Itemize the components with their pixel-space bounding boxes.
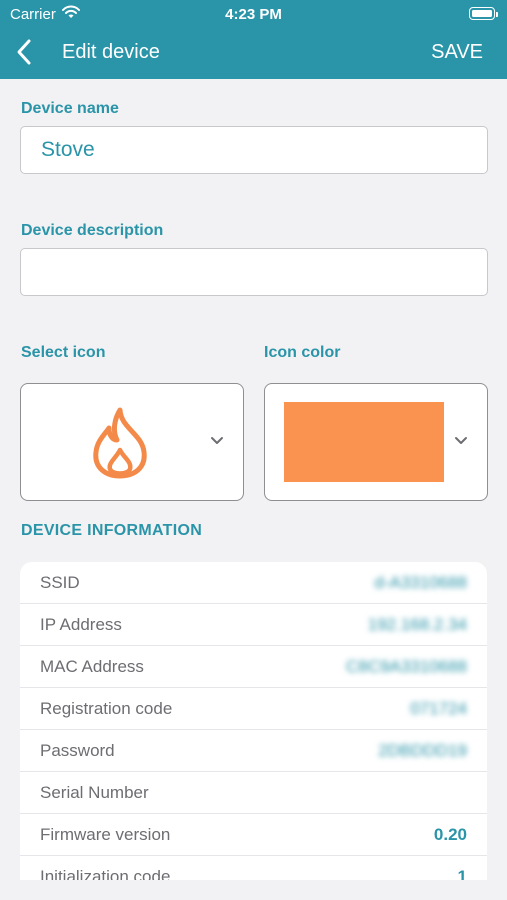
info-key: SSID — [40, 573, 80, 592]
chevron-down-icon — [455, 437, 467, 444]
device-info-title: DEVICE INFORMATION — [21, 522, 203, 539]
battery-icon — [469, 7, 498, 20]
info-key: IP Address — [40, 615, 122, 634]
info-row-firmware-version: Firmware version 0.20 — [20, 814, 487, 856]
nav-header: Carrier 4:23 PM Edit device SAVE — [0, 0, 507, 79]
info-row-ip-address: IP Address 192.168.2.34 — [20, 604, 487, 646]
info-row-password: Password 2DBDDD19 — [20, 730, 487, 772]
device-description-field-wrap — [20, 248, 488, 296]
save-button[interactable]: SAVE — [431, 41, 483, 64]
info-key: Initialization code — [40, 867, 171, 880]
status-bar: Carrier 4:23 PM — [0, 0, 507, 28]
info-row-ssid: SSID d-A3310688 — [20, 562, 487, 604]
flame-icon — [93, 407, 147, 479]
chevron-down-icon — [211, 437, 223, 444]
info-key: MAC Address — [40, 657, 144, 676]
info-value: C8C9A3310688 — [346, 657, 467, 676]
icon-color-label: Icon color — [264, 344, 341, 361]
info-value: 2DBDDD19 — [378, 741, 467, 760]
info-key: Serial Number — [40, 783, 149, 802]
device-description-input[interactable] — [21, 249, 487, 295]
device-name-field-wrap — [20, 126, 488, 174]
info-value: 0.20 — [433, 825, 467, 844]
info-value: 192.168.2.34 — [367, 615, 467, 634]
clock-time: 4:23 PM — [225, 6, 282, 23]
icon-color-dropdown[interactable] — [264, 383, 488, 501]
select-icon-dropdown[interactable] — [20, 383, 244, 501]
page-title: Edit device — [62, 41, 160, 63]
info-key: Password — [40, 741, 115, 760]
info-value: d-A3310688 — [374, 573, 467, 592]
select-icon-label: Select icon — [21, 344, 106, 361]
device-info-list: SSID d-A3310688 IP Address 192.168.2.34 … — [20, 562, 487, 880]
info-value: 071724 — [410, 699, 467, 718]
info-row-registration-code: Registration code 071724 — [20, 688, 487, 730]
device-name-input[interactable] — [21, 127, 487, 173]
color-swatch — [284, 402, 444, 482]
info-row-initialization-code: Initialization code 1 — [20, 856, 487, 880]
device-name-label: Device name — [21, 100, 119, 117]
chevron-left-icon — [17, 39, 31, 65]
info-row-serial-number: Serial Number — [20, 772, 487, 814]
device-description-label: Device description — [21, 222, 164, 239]
info-row-mac-address: MAC Address C8C9A3310688 — [20, 646, 487, 688]
info-key: Firmware version — [40, 825, 171, 844]
back-button[interactable] — [12, 36, 40, 68]
info-key: Registration code — [40, 699, 173, 718]
info-value: 1 — [457, 867, 467, 880]
